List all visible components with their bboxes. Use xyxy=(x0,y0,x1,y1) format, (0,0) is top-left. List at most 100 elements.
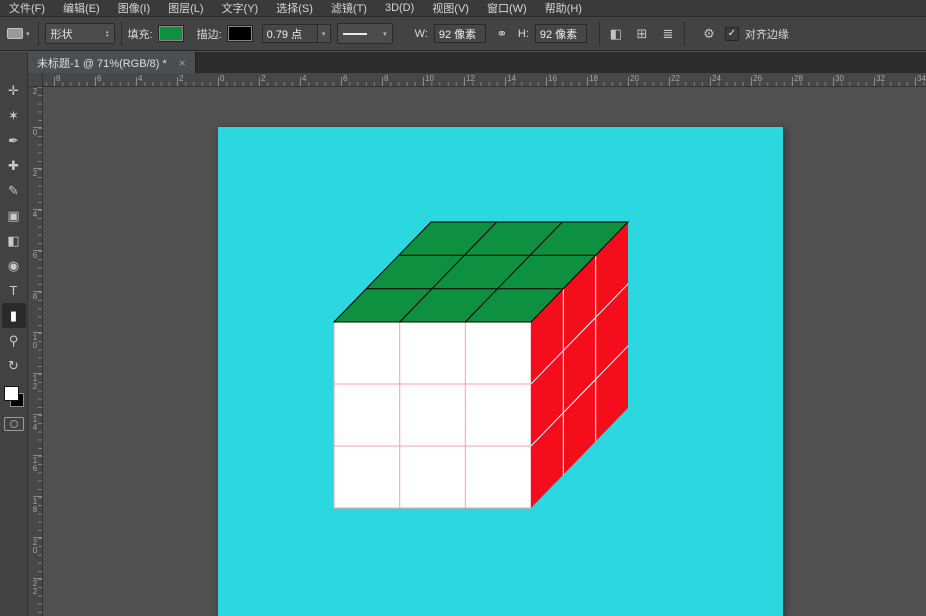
divider xyxy=(684,22,685,46)
paint-bucket-tool[interactable]: ◧ xyxy=(2,228,26,253)
menu-item-1[interactable]: 文件(F) xyxy=(0,0,54,16)
divider xyxy=(121,22,122,46)
stroke-width-input[interactable]: 0.79 点 xyxy=(262,24,318,43)
link-dimensions-icon[interactable]: ⚭ xyxy=(492,24,512,44)
ruler-h-tick xyxy=(833,77,834,86)
chevron-down-icon: ▾ xyxy=(26,30,30,38)
ruler-h-tick xyxy=(95,77,96,86)
ruler-h-label: 2 xyxy=(179,74,183,83)
menu-item-9[interactable]: 视图(V) xyxy=(423,0,478,16)
ruler-h-label: 2 xyxy=(261,74,265,83)
ruler-h-tick xyxy=(218,77,219,86)
width-value: 92 像素 xyxy=(439,26,476,42)
ruler-corner xyxy=(28,73,43,87)
document-tab[interactable]: 未标题-1 @ 71%(RGB/8) * × xyxy=(28,52,196,73)
menu-item-4[interactable]: 图层(L) xyxy=(159,0,212,16)
menu-item-10[interactable]: 窗口(W) xyxy=(478,0,536,16)
menu-item-5[interactable]: 文字(Y) xyxy=(213,0,268,16)
menu-item-6[interactable]: 选择(S) xyxy=(267,0,322,16)
align-edges-checkbox[interactable]: ✓ xyxy=(725,27,739,41)
quick-mask-button[interactable] xyxy=(4,417,24,431)
fill-swatch[interactable] xyxy=(159,26,183,41)
align-edges-label: 对齐边缘 xyxy=(745,26,789,42)
divider xyxy=(599,22,600,46)
zoom-tool[interactable]: ⚲ xyxy=(2,328,26,353)
brush-tool[interactable]: ✎ xyxy=(2,178,26,203)
chevron-down-icon: ▾ xyxy=(383,30,387,38)
ruler-h-tick xyxy=(792,77,793,86)
stroke-label: 描边: xyxy=(197,26,222,42)
eyedropper-tool[interactable]: ✒ xyxy=(2,128,26,153)
ruler-h-tick xyxy=(382,77,383,86)
ruler-h-label: 4 xyxy=(302,74,306,83)
tool-mode-select[interactable]: 形状 ▴ ▾ xyxy=(45,23,115,44)
rubiks-cube-shape xyxy=(218,127,783,616)
gear-icon[interactable]: ⚙ xyxy=(699,24,719,44)
ruler-h-tick xyxy=(341,77,342,86)
ruler-h-tick xyxy=(710,77,711,86)
chevron-down-icon: ▾ xyxy=(322,30,326,38)
ruler-h-label: 12 xyxy=(466,74,475,83)
ruler-v-label: 1 0 xyxy=(30,334,40,350)
ruler-vertical: 2024681 01 21 41 61 82 02 2 xyxy=(28,87,43,616)
ruler-v-label: 8 xyxy=(30,293,40,301)
blur-tool[interactable]: ◉ xyxy=(2,253,26,278)
menu-item-3[interactable]: 图像(I) xyxy=(109,0,159,16)
menu-item-7[interactable]: 滤镜(T) xyxy=(322,0,376,16)
ruler-h-tick xyxy=(874,77,875,86)
ruler-h-label: 24 xyxy=(712,74,721,83)
close-icon[interactable]: × xyxy=(179,56,186,70)
clone-stamp-tool[interactable]: ▣ xyxy=(2,203,26,228)
cube-front-face xyxy=(334,322,531,508)
ruler-h-label: 4 xyxy=(138,74,142,83)
menu-item-8[interactable]: 3D(D) xyxy=(376,2,423,14)
ruler-h-label: 22 xyxy=(671,74,680,83)
foreground-color-swatch[interactable] xyxy=(4,386,19,401)
ruler-h-tick xyxy=(423,77,424,86)
path-arrange-icon[interactable]: ≣ xyxy=(658,24,678,44)
color-swatches[interactable] xyxy=(4,386,24,407)
ruler-h-label: 34 xyxy=(917,74,926,83)
ruler-horizontal: 86420246810121416182022242628303234 xyxy=(43,73,926,87)
tab-bar: 未标题-1 @ 71%(RGB/8) * × xyxy=(28,52,926,73)
ruler-h-label: 6 xyxy=(343,74,347,83)
path-alignment-icon[interactable]: ⊞ xyxy=(632,24,652,44)
tool-bar: ✛✶✒✚✎▣◧◉T▮⚲↻ xyxy=(0,52,28,616)
path-operations-icon[interactable]: ◧ xyxy=(606,24,626,44)
tool-preset-dropdown[interactable]: ▾ xyxy=(5,28,32,39)
magic-wand-tool[interactable]: ✶ xyxy=(2,103,26,128)
stroke-style-select[interactable]: ▾ xyxy=(337,23,393,44)
rectangle-tool[interactable]: ▮ xyxy=(2,303,26,328)
ruler-h-label: 14 xyxy=(507,74,516,83)
move-tool[interactable]: ✛ xyxy=(2,78,26,103)
stroke-width-dropdown[interactable]: ▾ xyxy=(318,24,331,43)
rotate-view-tool[interactable]: ↻ xyxy=(2,353,26,378)
height-input[interactable]: 92 像素 xyxy=(535,24,587,43)
ruler-h-tick xyxy=(751,77,752,86)
ruler-v-label: 2 2 xyxy=(30,580,40,596)
ruler-h-label: 28 xyxy=(794,74,803,83)
type-tool[interactable]: T xyxy=(2,278,26,303)
ruler-h-tick xyxy=(587,77,588,86)
menu-item-11[interactable]: 帮助(H) xyxy=(536,0,591,16)
ruler-h-label: 18 xyxy=(589,74,598,83)
canvas[interactable] xyxy=(218,127,783,616)
ruler-h-tick xyxy=(628,77,629,86)
menu-item-2[interactable]: 编辑(E) xyxy=(54,0,109,16)
ruler-v-label: 6 xyxy=(30,252,40,260)
ruler-h-tick xyxy=(546,77,547,86)
width-input[interactable]: 92 像素 xyxy=(434,24,486,43)
combo-arrows-icon: ▴ ▾ xyxy=(106,30,109,38)
stroke-swatch[interactable] xyxy=(228,26,252,41)
document-viewport xyxy=(43,87,926,616)
height-label: H: xyxy=(518,28,529,40)
solid-line-icon xyxy=(343,33,367,35)
divider xyxy=(38,22,39,46)
ruler-v-label: 1 8 xyxy=(30,498,40,514)
ruler-v-label: 4 xyxy=(30,211,40,219)
ruler-h-label: 10 xyxy=(425,74,434,83)
healing-brush-tool[interactable]: ✚ xyxy=(2,153,26,178)
menu-bar: 文件(F)编辑(E)图像(I)图层(L)文字(Y)选择(S)滤镜(T)3D(D)… xyxy=(0,0,926,17)
ruler-h-tick xyxy=(300,77,301,86)
ruler-v-label: 1 2 xyxy=(30,375,40,391)
